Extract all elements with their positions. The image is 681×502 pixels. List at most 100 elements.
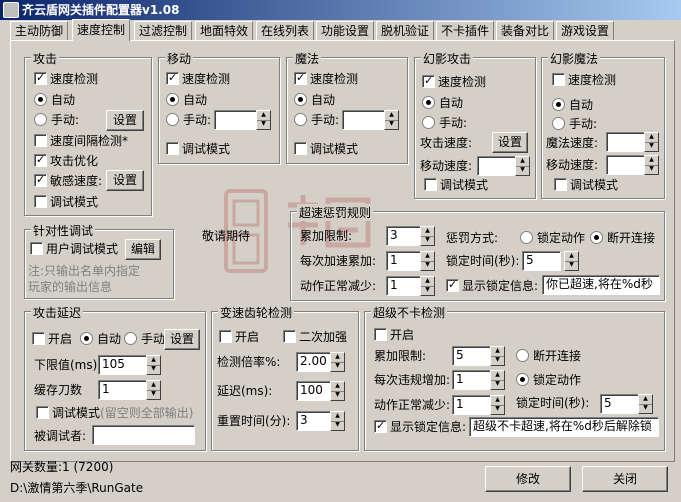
overspeed-normal-dec-input[interactable]: 1	[386, 276, 421, 296]
overspeed-normal-dec-spinner[interactable]: ▲ ▼	[420, 276, 435, 296]
overspeed-per-acc-input[interactable]: 1	[386, 251, 421, 271]
gear-rate-spinner[interactable]: ▲ ▼	[330, 352, 345, 372]
attack-delay-debugee-input[interactable]	[92, 425, 195, 445]
move-debug[interactable]: 调试模式	[166, 141, 230, 157]
spin-down-icon[interactable]: ▼	[331, 421, 344, 430]
phantom-magic-auto-radio[interactable]: 自动	[552, 97, 593, 113]
move-auto-radio[interactable]: 自动	[166, 92, 207, 108]
overspeed-show-lock-checkbox[interactable]: 显示锁定信息:	[446, 278, 538, 294]
spin-down-icon[interactable]: ▼	[565, 261, 578, 270]
magic-manual-spinner[interactable]: ▲ ▼	[384, 110, 399, 130]
spin-down-icon[interactable]: ▼	[257, 120, 270, 129]
magic-manual-radio[interactable]: 手动:	[294, 112, 339, 128]
attack-auto-radio[interactable]: 自动	[34, 92, 75, 108]
spin-down-icon[interactable]: ▼	[645, 142, 658, 151]
tab-active-defense[interactable]: 主动防御	[10, 21, 69, 40]
attack-interval-check[interactable]: 速度间隔检测*	[34, 133, 128, 149]
attack-delay-set-button[interactable]: 设置	[164, 329, 200, 350]
nolag-normal-dec-input[interactable]: 1	[452, 395, 491, 415]
phantom-attack-auto-radio[interactable]: 自动	[422, 95, 463, 111]
spin-down-icon[interactable]: ▼	[421, 236, 434, 245]
close-button[interactable]: 关闭	[582, 466, 668, 492]
spin-down-icon[interactable]: ▼	[421, 261, 434, 270]
phantom-attack-move-speed-spinner[interactable]: ▲ ▼	[515, 156, 530, 176]
modify-button[interactable]: 修改	[485, 466, 571, 492]
overspeed-lock-time-input[interactable]: 5	[522, 251, 561, 271]
overspeed-lock-time-spinner[interactable]: ▲ ▼	[564, 251, 579, 271]
magic-debug[interactable]: 调试模式	[294, 141, 358, 157]
tab-offline-verify[interactable]: 脱机验证	[376, 21, 435, 40]
spin-down-icon[interactable]: ▼	[385, 120, 398, 129]
tab-filter-control[interactable]: 过滤控制	[134, 21, 193, 40]
overspeed-per-acc-spinner[interactable]: ▲ ▼	[420, 251, 435, 271]
spin-down-icon[interactable]: ▼	[491, 356, 504, 365]
gear-reset-spinner[interactable]: ▲ ▼	[330, 411, 345, 431]
attack-delay-debug[interactable]: 调试模式(留空则全部输出)	[36, 405, 193, 421]
magic-auto-radio[interactable]: 自动	[294, 92, 335, 108]
attack-delay-manual-radio[interactable]: 手动	[124, 331, 165, 347]
phantom-magic-move-speed-spinner[interactable]: ▲ ▼	[644, 155, 659, 175]
attack-sensitive[interactable]: 敏感速度:	[34, 173, 102, 189]
spin-down-icon[interactable]: ▼	[331, 391, 344, 400]
tab-function-settings[interactable]: 功能设置	[316, 21, 375, 40]
move-speed-check[interactable]: 速度检测	[166, 71, 230, 87]
tab-nolag-plugin[interactable]: 不卡插件	[436, 21, 495, 40]
nolag-show-lock-checkbox[interactable]: 显示锁定信息:	[374, 419, 466, 435]
spin-down-icon[interactable]: ▼	[645, 165, 658, 174]
nolag-enable[interactable]: 开启	[374, 327, 414, 343]
phantom-attack-manual-radio[interactable]: 手动:	[422, 115, 467, 131]
magic-speed-check[interactable]: 速度检测	[294, 71, 358, 87]
nolag-per-violation-input[interactable]: 1	[452, 370, 491, 390]
nolag-lock-time-input[interactable]: 5	[600, 394, 639, 414]
overspeed-lock-message-input[interactable]: 你已超速,将在%d秒	[542, 275, 660, 295]
phantom-attack-move-speed-input[interactable]	[477, 156, 518, 176]
gear-delay-spinner[interactable]: ▲ ▼	[330, 381, 345, 401]
attack-delay-lower-input[interactable]: 105	[98, 355, 147, 375]
move-manual-radio[interactable]: 手动:	[166, 112, 211, 128]
attack-sensitive-set-button[interactable]: 设置	[106, 170, 144, 191]
tab-game-settings[interactable]: 游戏设置	[556, 21, 615, 40]
tab-ground-effects[interactable]: 地面特效	[195, 21, 254, 40]
nolag-normal-dec-spinner[interactable]: ▲ ▼	[490, 395, 505, 415]
spin-down-icon[interactable]: ▼	[147, 365, 160, 374]
nolag-disconnect-radio[interactable]: 断开连接	[516, 348, 581, 364]
phantom-magic-speed-input[interactable]	[606, 132, 647, 152]
gear-reset-input[interactable]: 3	[296, 411, 331, 431]
nolag-acc-limit-spinner[interactable]: ▲ ▼	[490, 346, 505, 366]
spin-down-icon[interactable]: ▼	[331, 362, 344, 371]
phantom-magic-manual-radio[interactable]: 手动:	[552, 116, 597, 132]
gear-rate-input[interactable]: 2.00	[296, 352, 331, 372]
nolag-per-violation-spinner[interactable]: ▲ ▼	[490, 370, 505, 390]
move-manual-input[interactable]	[214, 110, 259, 130]
phantom-magic-move-speed-input[interactable]	[606, 155, 647, 175]
attack-delay-enable[interactable]: 开启	[32, 331, 72, 347]
attack-delay-auto-radio[interactable]: 自动	[80, 331, 121, 347]
attack-delay-lower-spinner[interactable]: ▲ ▼	[146, 355, 161, 375]
spin-down-icon[interactable]: ▼	[421, 286, 434, 295]
gear-double[interactable]: 二次加强	[283, 329, 347, 345]
edit-button[interactable]: 编辑	[125, 239, 161, 260]
attack-optimize[interactable]: 攻击优化	[34, 153, 98, 169]
overspeed-acc-limit-input[interactable]: 3	[386, 226, 421, 246]
overspeed-acc-limit-spinner[interactable]: ▲ ▼	[420, 226, 435, 246]
attack-manual-radio[interactable]: 手动:	[34, 112, 79, 128]
user-debug-checkbox[interactable]: 用户调试模式	[30, 241, 118, 257]
nolag-lock-time-spinner[interactable]: ▲ ▼	[638, 394, 653, 414]
phantom-attack-speed-check[interactable]: 速度检测	[422, 74, 486, 90]
phantom-magic-debug[interactable]: 调试模式	[554, 177, 618, 193]
nolag-lock-action-radio[interactable]: 锁定动作	[516, 372, 581, 388]
attack-delay-cache-spinner[interactable]: ▲ ▼	[146, 380, 161, 400]
nolag-lock-message-input[interactable]: 超级不卡超速,将在%d秒后解除锁	[469, 417, 659, 437]
phantom-magic-speed-spinner[interactable]: ▲ ▼	[644, 132, 659, 152]
spin-down-icon[interactable]: ▼	[639, 404, 652, 413]
spin-down-icon[interactable]: ▼	[491, 380, 504, 389]
attack-debug[interactable]: 调试模式	[34, 194, 98, 210]
nolag-acc-limit-input[interactable]: 5	[452, 346, 491, 366]
attack-set-button[interactable]: 设置	[106, 110, 144, 131]
attack-delay-cache-input[interactable]: 1	[98, 380, 147, 400]
phantom-attack-set-button[interactable]: 设置	[492, 132, 528, 153]
overspeed-disconnect-radio[interactable]: 断开连接	[590, 230, 655, 246]
magic-manual-input[interactable]	[342, 110, 387, 130]
move-manual-spinner[interactable]: ▲ ▼	[256, 110, 271, 130]
phantom-attack-debug[interactable]: 调试模式	[424, 177, 488, 193]
